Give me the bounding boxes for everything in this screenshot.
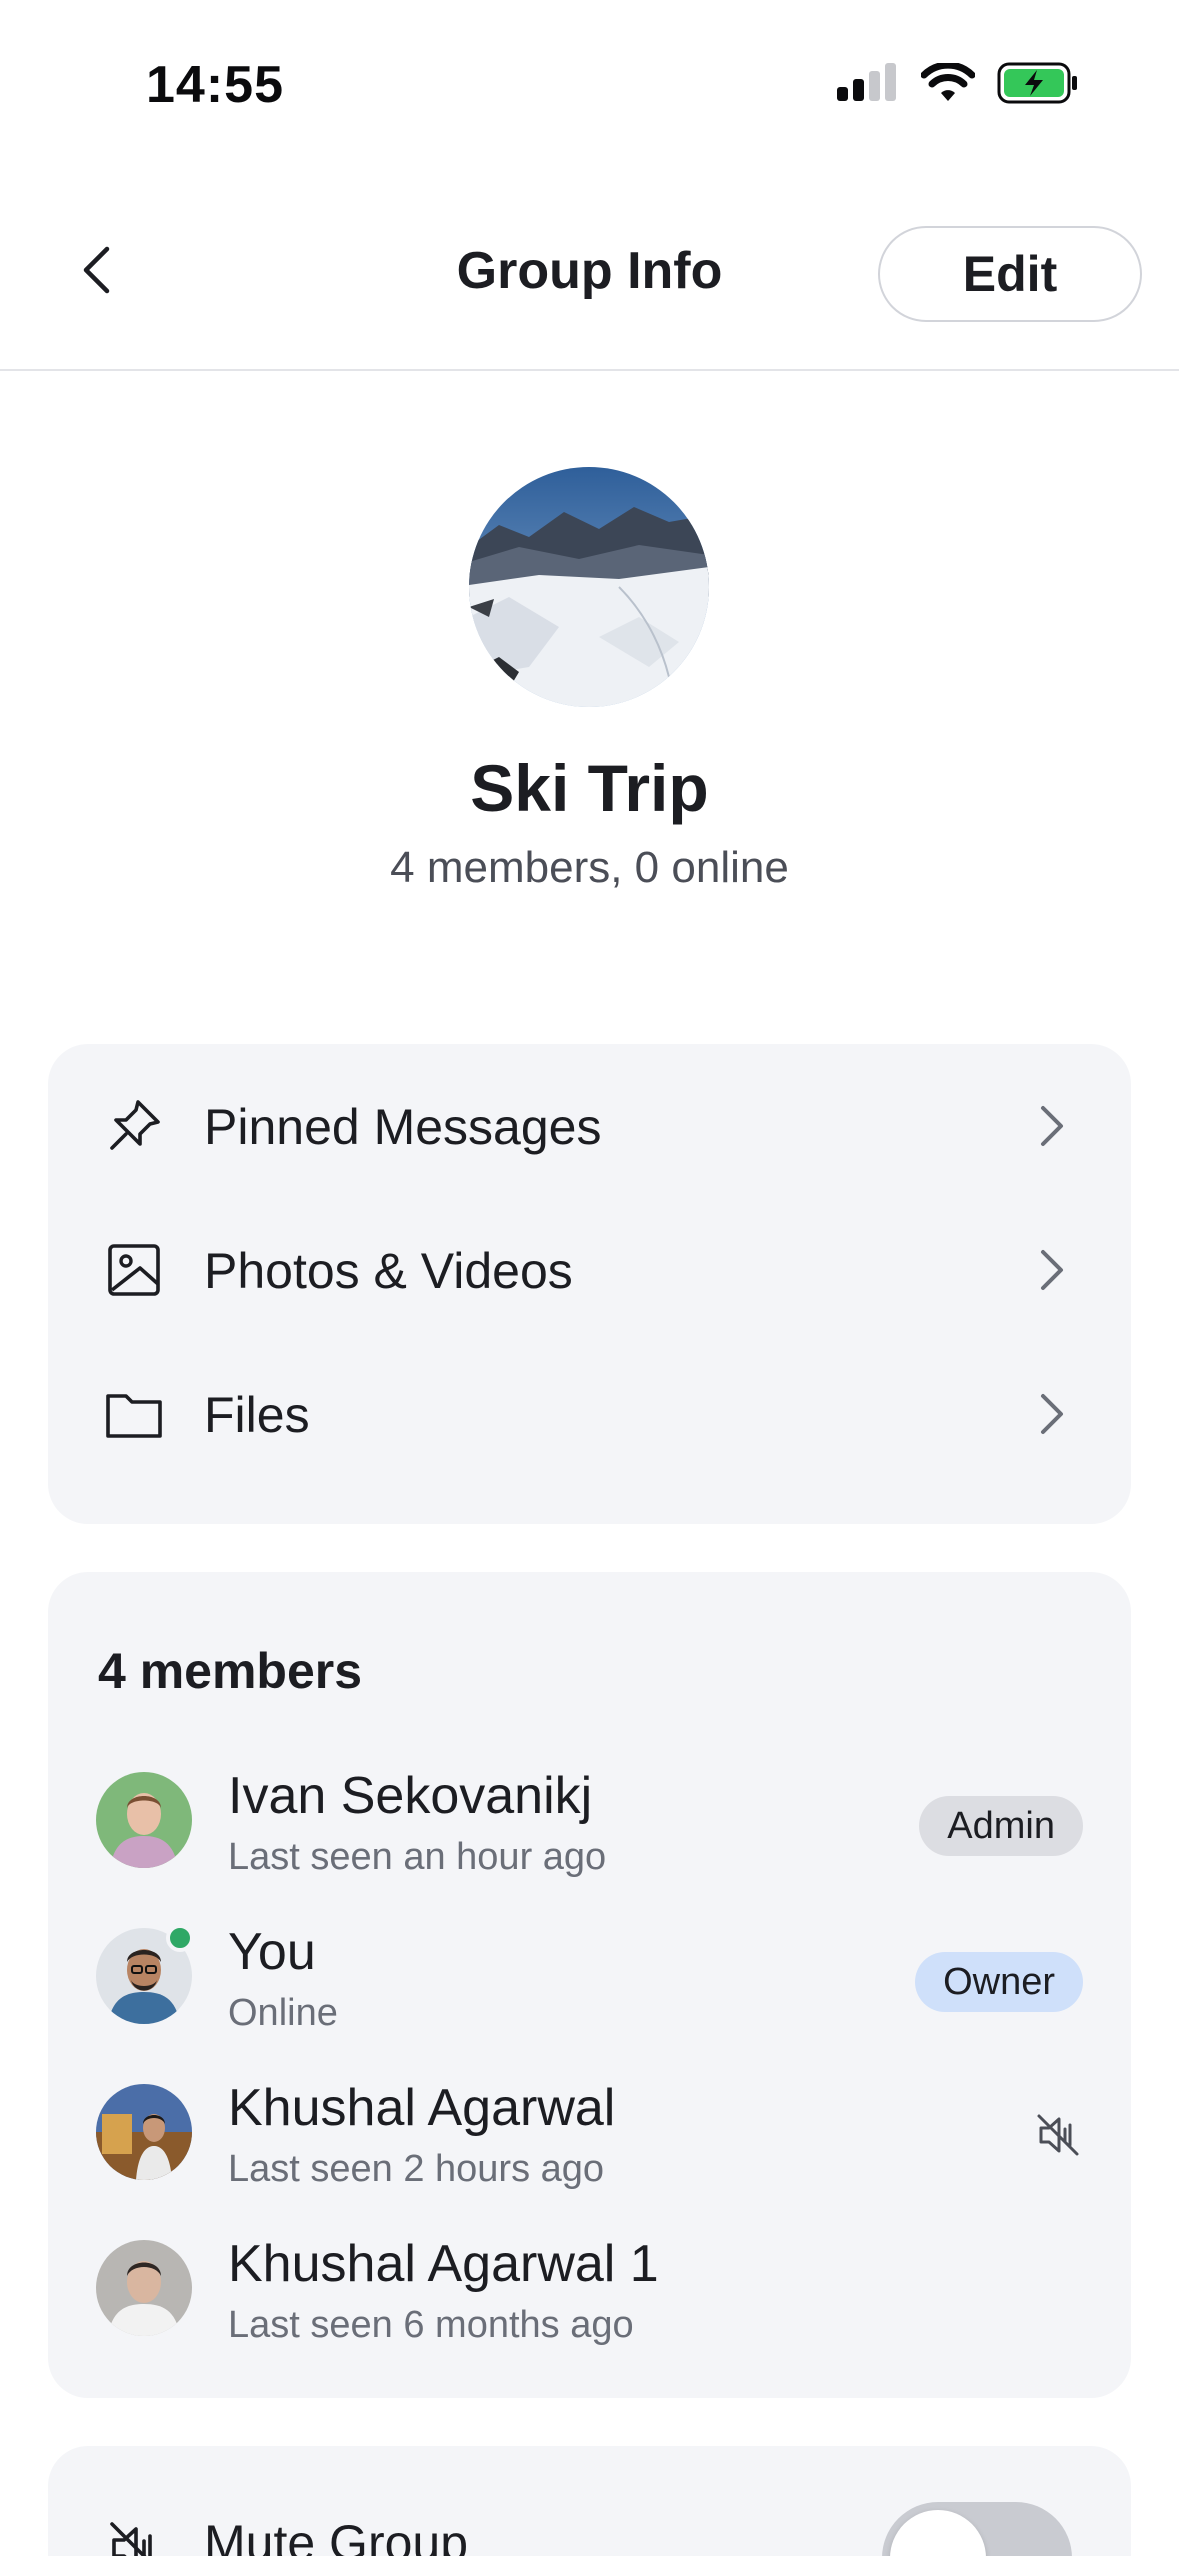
member-name: Khushal Agarwal 1 <box>228 2235 659 2293</box>
files-label: Files <box>204 1387 310 1443</box>
edit-button[interactable]: Edit <box>878 226 1142 322</box>
wifi-icon <box>921 63 975 101</box>
pin-icon <box>110 1100 160 1150</box>
admin-badge: Admin <box>919 1796 1083 1856</box>
media-menu-card: Pinned Messages Photos & Videos Files <box>48 1044 1131 1524</box>
battery-charging-icon <box>997 62 1077 104</box>
member-name: Ivan Sekovanikj <box>228 1767 593 1825</box>
group-member-count: 4 members, 0 online <box>390 843 789 892</box>
member-status: Online <box>228 1992 338 2034</box>
group-avatar[interactable] <box>469 467 709 707</box>
muted-speaker-icon <box>1037 2114 1079 2156</box>
member-row[interactable]: You Online Owner <box>48 1908 1131 2064</box>
members-card: 4 members Ivan Sekovanikj Last seen an h… <box>48 1572 1131 2398</box>
mute-group-label: Mute Group <box>204 2515 469 2556</box>
member-name: Khushal Agarwal <box>228 2079 616 2137</box>
photos-videos-row[interactable]: Photos & Videos <box>48 1198 1131 1342</box>
avatar <box>96 2084 192 2180</box>
member-status: Last seen 6 months ago <box>228 2304 634 2346</box>
status-icons <box>837 62 1079 104</box>
status-time: 14:55 <box>146 56 284 114</box>
chevron-right-icon <box>1041 1394 1063 1434</box>
status-bar: 14:55 <box>0 0 1179 175</box>
folder-icon <box>106 1394 162 1438</box>
files-row[interactable]: Files <box>48 1342 1131 1486</box>
group-name: Ski Trip <box>470 751 709 825</box>
member-row[interactable]: Ivan Sekovanikj Last seen an hour ago Ad… <box>48 1752 1131 1908</box>
nav-bar: Group Info Edit <box>0 175 1179 371</box>
member-status: Last seen 2 hours ago <box>228 2148 605 2190</box>
owner-badge: Owner <box>915 1952 1083 2012</box>
avatar <box>96 1772 192 1868</box>
toggle-knob <box>890 2510 986 2556</box>
mountain-photo <box>469 467 709 707</box>
chevron-right-icon <box>1041 1250 1063 1290</box>
image-icon <box>108 1244 160 1296</box>
chevron-right-icon <box>1041 1106 1063 1146</box>
cellular-signal-icon <box>837 63 896 101</box>
photos-videos-label: Photos & Videos <box>204 1243 573 1299</box>
mute-group-toggle[interactable] <box>882 2502 1072 2556</box>
pinned-messages-row[interactable]: Pinned Messages <box>48 1054 1131 1198</box>
muted-speaker-icon <box>110 2522 152 2556</box>
members-heading: 4 members <box>98 1643 363 1699</box>
pinned-messages-label: Pinned Messages <box>204 1099 602 1155</box>
member-name: You <box>228 1923 316 1981</box>
member-status: Last seen an hour ago <box>228 1836 607 1878</box>
member-row[interactable]: Khushal Agarwal 1 Last seen 6 months ago <box>48 2220 1131 2376</box>
online-indicator <box>166 1924 194 1952</box>
member-row[interactable]: Khushal Agarwal Last seen 2 hours ago <box>48 2064 1131 2220</box>
avatar <box>96 2240 192 2336</box>
mute-group-card: Mute Group <box>48 2446 1131 2556</box>
